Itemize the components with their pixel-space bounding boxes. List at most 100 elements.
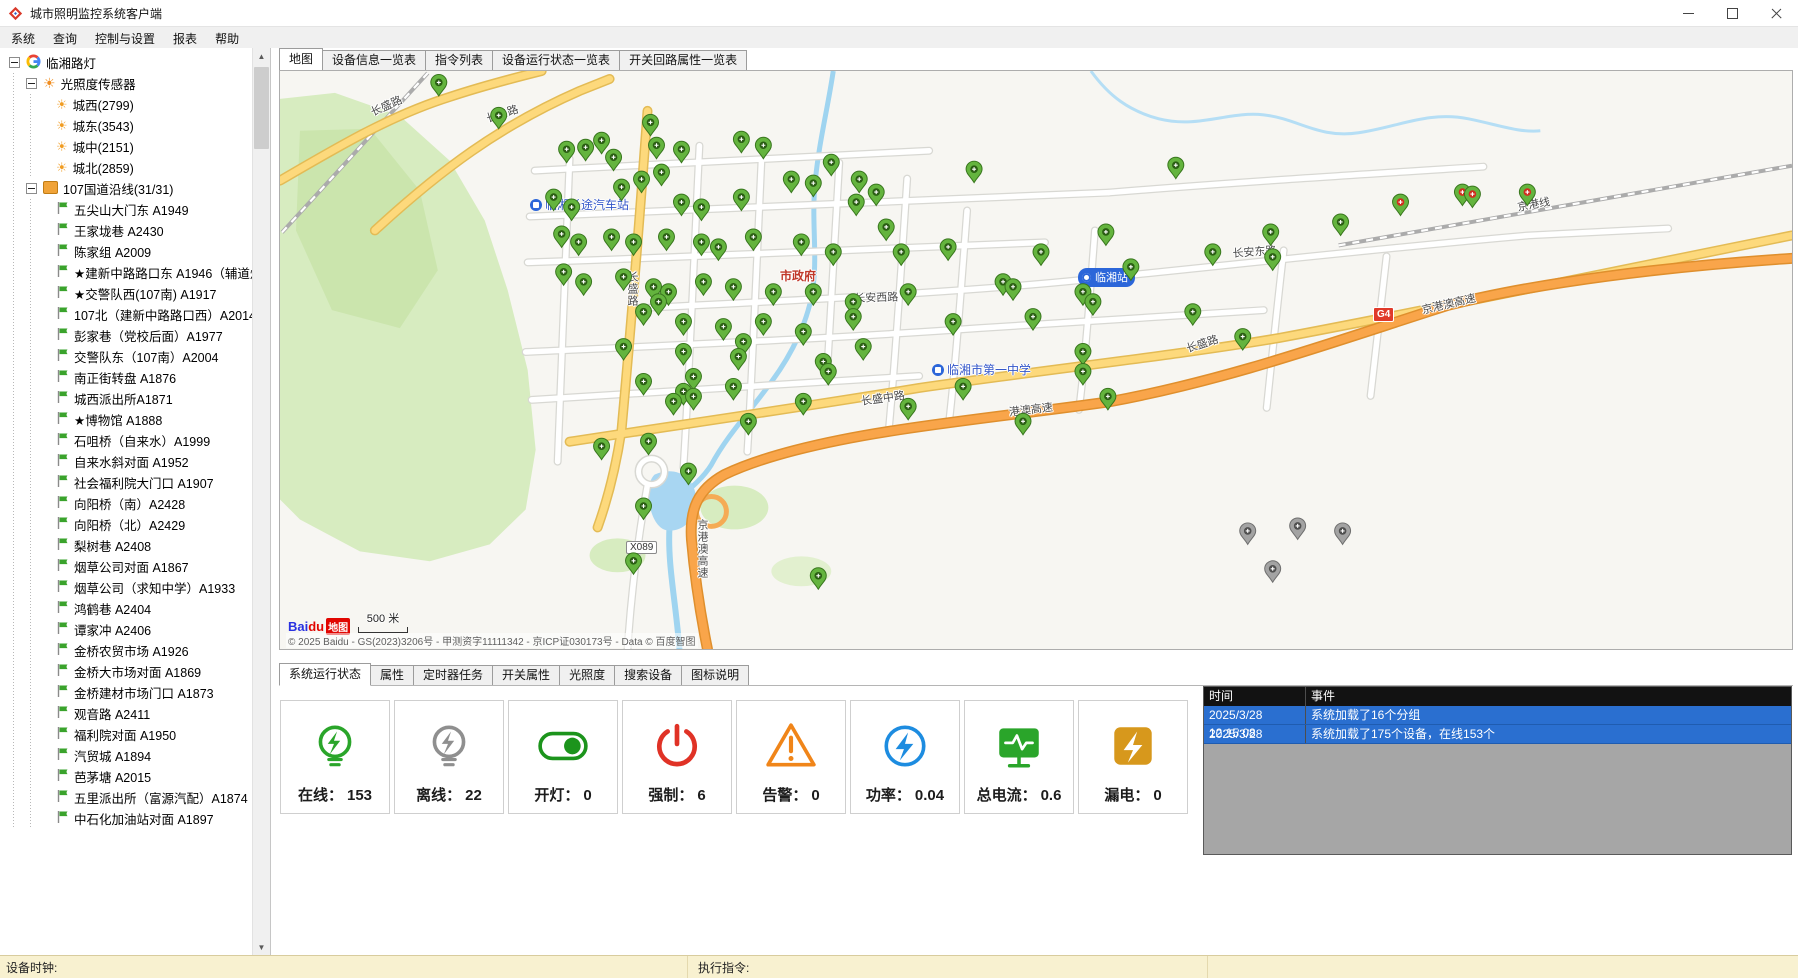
device-pin[interactable]	[641, 433, 657, 454]
device-pin[interactable]	[1205, 244, 1221, 265]
event-log-row[interactable]: 2025/3/28 12:15:08系统加载了16个分组	[1204, 706, 1791, 725]
tree-item-device[interactable]: 金桥农贸市场 A1926	[0, 640, 253, 661]
map-canvas[interactable]: 长盛路长白路京港线临湘长途汽车站市政府临湘站长安东路长安西路长盛路G4京港澳高速…	[279, 70, 1793, 650]
device-pin[interactable]	[606, 149, 622, 170]
event-log-row[interactable]: 2025/3/28 12:15:08系统加载了175个设备，在线153个	[1204, 725, 1791, 744]
status-card-power[interactable]: 功率：0.04	[850, 700, 960, 814]
tree-item-device[interactable]: 烟草公司对面 A1867	[0, 556, 253, 577]
device-pin[interactable]	[649, 137, 665, 158]
tree-item-device[interactable]: 五里派出所（富源汽配）A1874	[0, 787, 253, 808]
tree-group-sensors[interactable]: ☀光照度传感器	[0, 73, 253, 94]
device-pin[interactable]	[1033, 244, 1049, 265]
bottom-tab-1[interactable]: 属性	[370, 665, 414, 685]
bottom-tab-2[interactable]: 定时器任务	[413, 665, 493, 685]
device-pin[interactable]	[845, 309, 861, 330]
minimize-button[interactable]	[1666, 0, 1710, 26]
tree-item-device[interactable]: 五尖山大门东 A1949	[0, 199, 253, 220]
device-pin[interactable]	[733, 131, 749, 152]
tree-item-device[interactable]: 谭家冲 A2406	[0, 619, 253, 640]
device-pin[interactable]	[1240, 523, 1256, 544]
device-pin[interactable]	[685, 388, 701, 409]
device-pin[interactable]	[626, 234, 642, 255]
device-pin[interactable]	[1519, 184, 1535, 205]
tree-item-device[interactable]: ★建新中路路口东 A1946（辅道灯）	[0, 262, 253, 283]
map-tab-0[interactable]: 地图	[279, 48, 323, 71]
tree-expander-icon[interactable]	[26, 183, 37, 194]
device-pin[interactable]	[1075, 363, 1091, 384]
device-pin[interactable]	[1290, 518, 1306, 539]
device-pin[interactable]	[626, 553, 642, 574]
tree-item-sensor[interactable]: ☀城中(2151)	[0, 136, 253, 157]
status-card-current[interactable]: 总电流：0.6	[964, 700, 1074, 814]
device-pin[interactable]	[559, 141, 575, 162]
tree-item-device[interactable]: ★交警队西(107南) A1917	[0, 283, 253, 304]
device-pin[interactable]	[755, 314, 771, 335]
device-pin[interactable]	[878, 219, 894, 240]
device-pin[interactable]	[1393, 194, 1409, 215]
device-pin[interactable]	[673, 141, 689, 162]
device-pin[interactable]	[636, 498, 652, 519]
menu-item-3[interactable]: 报表	[164, 27, 206, 50]
bottom-tab-5[interactable]: 搜索设备	[614, 665, 682, 685]
tree-item-sensor[interactable]: ☀城北(2859)	[0, 157, 253, 178]
device-pin[interactable]	[805, 284, 821, 305]
device-pin[interactable]	[868, 184, 884, 205]
bottom-tab-0[interactable]: 系统运行状态	[279, 663, 371, 686]
status-card-offline[interactable]: 离线：22	[394, 700, 504, 814]
device-pin[interactable]	[654, 164, 670, 185]
device-pin[interactable]	[725, 279, 741, 300]
device-pin[interactable]	[725, 378, 741, 399]
device-pin[interactable]	[634, 171, 650, 192]
device-pin[interactable]	[578, 139, 594, 160]
tree-item-device[interactable]: 芭茅塘 A2015	[0, 766, 253, 787]
tree-item-device[interactable]: 陈家组 A2009	[0, 241, 253, 262]
tree-item-device[interactable]: 107北（建新中路路口西）A2014	[0, 304, 253, 325]
device-pin[interactable]	[564, 199, 580, 220]
device-pin[interactable]	[658, 229, 674, 250]
device-pin[interactable]	[1185, 304, 1201, 325]
device-pin[interactable]	[1005, 279, 1021, 300]
map-tab-2[interactable]: 指令列表	[425, 50, 493, 70]
tree-item-device[interactable]: 石咀桥（自来水）A1999	[0, 430, 253, 451]
device-pin[interactable]	[730, 349, 746, 370]
device-pin[interactable]	[576, 274, 592, 295]
device-pin[interactable]	[810, 568, 826, 589]
device-pin[interactable]	[805, 175, 821, 196]
device-pin[interactable]	[546, 189, 562, 210]
device-pin[interactable]	[693, 199, 709, 220]
tree-item-device[interactable]: 梨树巷 A2408	[0, 535, 253, 556]
menu-item-0[interactable]: 系统	[2, 27, 44, 50]
tree-item-device[interactable]: 交警队东（107南）A2004	[0, 346, 253, 367]
tree-item-device[interactable]: 王家垅巷 A2430	[0, 220, 253, 241]
device-pin[interactable]	[1168, 157, 1184, 178]
tree-scrollbar[interactable]: ▲ ▼	[252, 48, 270, 956]
device-pin[interactable]	[651, 294, 667, 315]
device-pin[interactable]	[695, 274, 711, 295]
menu-item-1[interactable]: 查询	[44, 27, 86, 50]
device-pin[interactable]	[740, 413, 756, 434]
device-pin[interactable]	[765, 284, 781, 305]
device-pin[interactable]	[636, 304, 652, 325]
status-card-lights-on[interactable]: 开灯：0	[508, 700, 618, 814]
device-pin[interactable]	[795, 393, 811, 414]
bottom-tab-4[interactable]: 光照度	[559, 665, 615, 685]
map-tab-3[interactable]: 设备运行状态一览表	[492, 50, 620, 70]
device-pin[interactable]	[851, 171, 867, 192]
device-pin[interactable]	[1265, 249, 1281, 270]
maximize-button[interactable]	[1710, 0, 1754, 26]
tree-item-device[interactable]: 烟草公司（求知中学）A1933	[0, 577, 253, 598]
device-pin[interactable]	[820, 363, 836, 384]
tree-item-device[interactable]: 金桥建材市场门口 A1873	[0, 682, 253, 703]
device-pin[interactable]	[616, 269, 632, 290]
bottom-tab-3[interactable]: 开关属性	[492, 665, 560, 685]
device-pin[interactable]	[793, 234, 809, 255]
tree-item-device[interactable]: 彭家巷（党校后面）A1977	[0, 325, 253, 346]
device-pin[interactable]	[755, 137, 771, 158]
status-card-alarm[interactable]: 告警：0	[736, 700, 846, 814]
close-button[interactable]	[1754, 0, 1798, 26]
tree-item-device[interactable]: 城西派出所A1871	[0, 388, 253, 409]
device-pin[interactable]	[1235, 329, 1251, 350]
tree-item-device[interactable]: 南正街转盘 A1876	[0, 367, 253, 388]
device-pin[interactable]	[710, 239, 726, 260]
device-pin[interactable]	[1100, 388, 1116, 409]
